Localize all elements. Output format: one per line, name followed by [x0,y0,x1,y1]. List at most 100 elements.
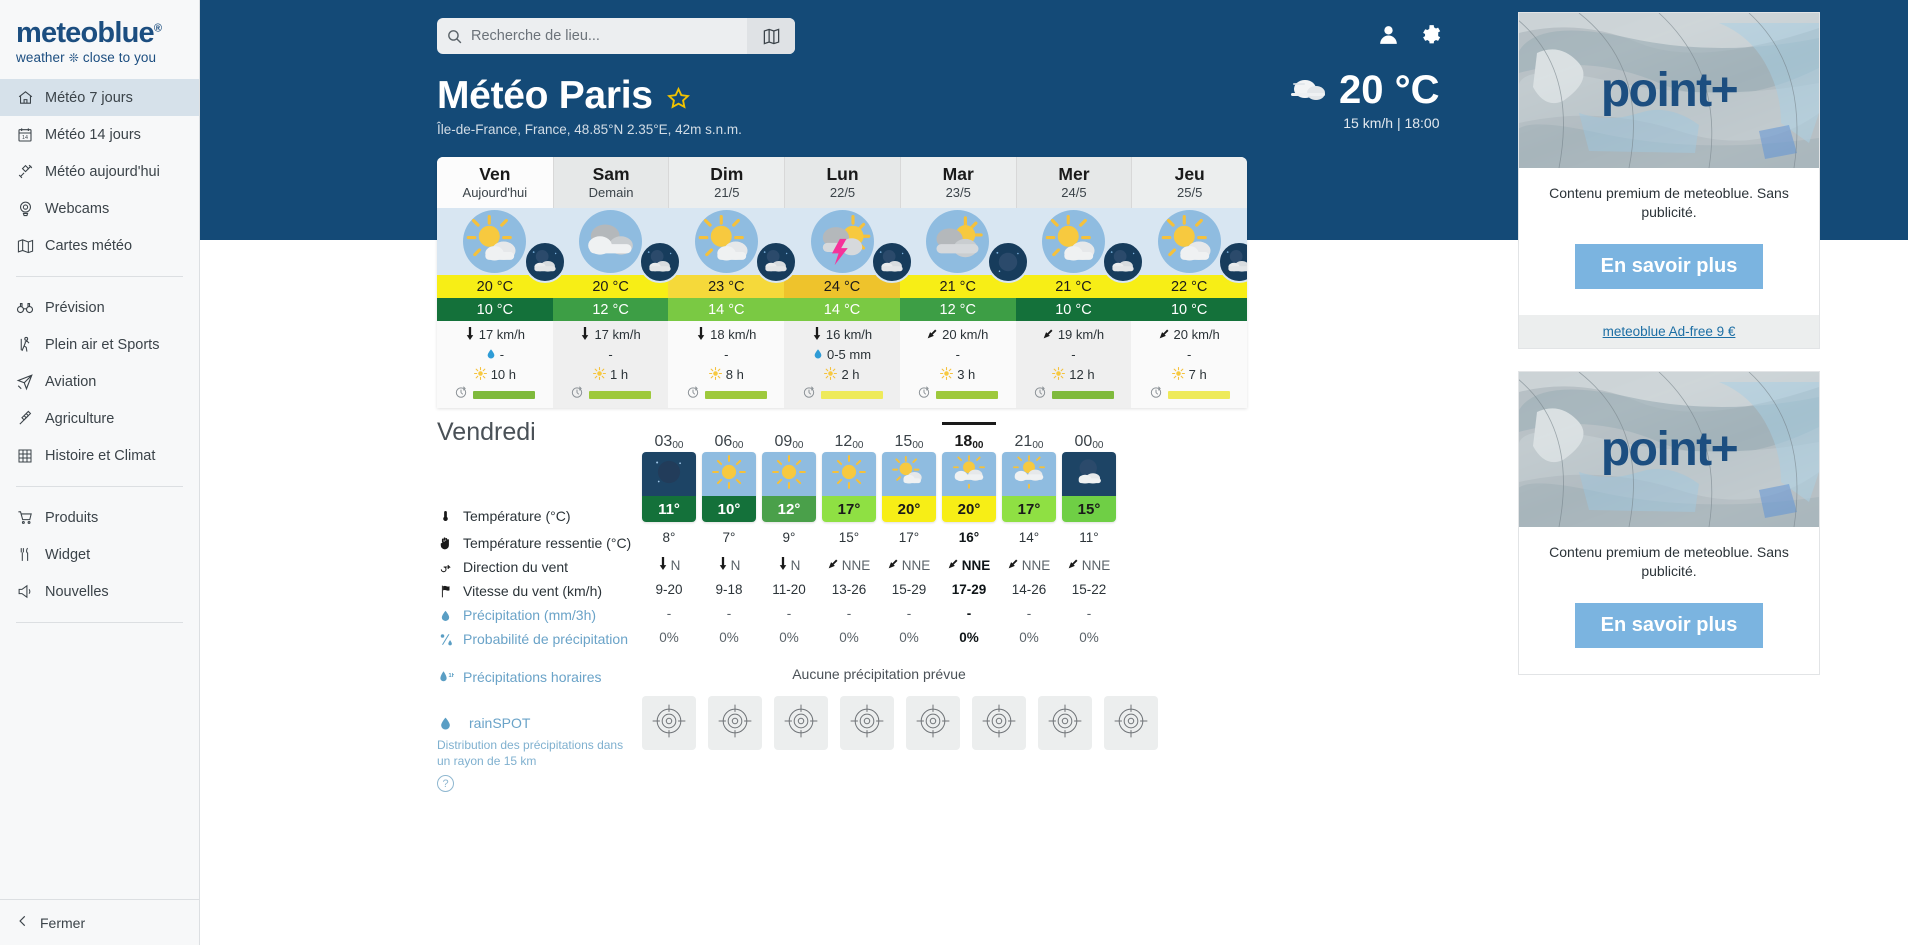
current-temperature: 20 °C [1339,68,1440,112]
sidebar-item-histoire-climat[interactable]: Histoire et Climat [0,437,199,474]
search-box[interactable] [437,18,795,54]
hourly-precip: - [786,605,792,621]
sidebar-item-agriculture[interactable]: Agriculture [0,400,199,437]
hourly-temperature: 17° [822,496,876,522]
hourly-column[interactable]: 12 00 17° 15° NNE 13-26 - 0% [819,422,879,649]
search-input[interactable] [471,18,747,54]
hourly-column[interactable]: 03 00 11° 8° N 9-20 - 0% [639,422,699,649]
rainspot-cell[interactable] [642,696,696,750]
map-book-icon[interactable] [747,18,795,54]
sidebar-close-button[interactable]: Fermer [0,899,199,945]
hourly-feels-like: 11° [1079,530,1099,545]
rainspot-cell[interactable] [972,696,1026,750]
forecast-day-date: 25/5 [1177,184,1203,200]
forecast-sun: 7 h [1171,366,1207,383]
hourly-precip-prob: 0% [719,629,739,645]
sidebar-item-prevision[interactable]: Prévision [0,289,199,326]
hourly-column[interactable]: 09 00 12° 9° N 11-20 - 0% [759,422,819,649]
hourly-sky [1062,452,1116,496]
forecast-day-header[interactable]: Dim 21/5 [668,157,785,208]
hourly-column[interactable]: 00 00 15° 11° NNE 15-22 - 0% [1059,422,1119,649]
rainspot-row[interactable]: rainSPOT [437,711,639,735]
forecast-day[interactable]: Ven Aujourd'hui 20 °C 10 °C 17 km/h - 10… [437,157,566,408]
hourly-card[interactable]: 15° [1062,452,1116,522]
hourly-wind-direction: N [759,553,819,577]
hourly-param-label: Température (°C) [437,500,639,531]
hourly-param-label[interactable]: Précipitation (mm/3h) [437,603,639,627]
hourly-card[interactable]: 20° [942,452,996,522]
rainspot-cell[interactable] [708,696,762,750]
rainspot-target-icon [1111,701,1151,746]
hourly-column[interactable]: 21 00 17° 14° NNE 14-26 - 0% [999,422,1059,649]
predictability-icon [1033,385,1047,404]
hourly-temperature: 20° [942,496,996,522]
user-icon[interactable] [1376,22,1401,52]
help-icon[interactable]: ? [437,775,454,793]
hourly-param-text: Direction du vent [463,559,569,575]
hourly-wind-speed: 9-20 [655,581,683,597]
predictability-icon [917,385,931,404]
rainspot-cell[interactable] [774,696,828,750]
arrow-down-icon [658,557,668,573]
forecast-day-header[interactable]: Mer 24/5 [1015,157,1132,208]
predictability-icon [802,385,816,404]
hourly-card[interactable]: 10° [702,452,756,522]
forecast-day[interactable]: Lun 22/5 24 °C 14 °C 16 km/h 0-5 mm 2 h [784,157,913,408]
forecast-day[interactable]: Dim 21/5 23 °C 14 °C 18 km/h - 8 h [668,157,798,408]
forecast-sun: 8 h [708,366,744,383]
hourly-column[interactable]: 18 00 20° 16° NNE 17-29 - 0% [939,422,999,649]
hourly-param-label[interactable]: Probabilité de précipitation [437,627,639,651]
rainspot-cell[interactable] [840,696,894,750]
hourly-section: Vendredi Température (°C) Température res… [437,418,1437,793]
predictability-icon [686,385,700,404]
ad-logo-text: point+ [1600,64,1739,117]
hourly-card[interactable]: 17° [1002,452,1056,522]
hourly-precip-link[interactable]: 1h Précipitations horaires [437,665,639,689]
rainspot-label: rainSPOT [469,715,531,731]
star-icon[interactable] [666,86,691,116]
sidebar-item-webcams[interactable]: Webcams [0,190,199,227]
forecast-details: 20 km/h - 3 h [899,321,1016,408]
hourly-card[interactable]: 20° [882,452,936,522]
sidebar-label: Agriculture [45,410,115,427]
sidebar-item-widget[interactable]: Widget [0,536,199,573]
forecast-day[interactable]: Mar 23/5 21 °C 12 °C 20 km/h - 3 h [899,157,1029,408]
hourly-column[interactable]: 15 00 20° 17° NNE 15-29 - 0% [879,422,939,649]
rainspot-cell[interactable] [906,696,960,750]
rainspot-cell[interactable] [1104,696,1158,750]
forecast-day-header[interactable]: Ven Aujourd'hui [437,157,553,208]
forecast-day-symbols [1131,208,1247,283]
sidebar-item-cartes-meteo[interactable]: Cartes météo [0,227,199,264]
sidebar-item-aviation[interactable]: Aviation [0,363,199,400]
sidebar-item-14-jours[interactable]: 14 Météo 14 jours [0,116,199,153]
forecast-wind: 19 km/h [1043,326,1104,343]
forecast-day-date: 21/5 [714,184,740,200]
hourly-card[interactable]: 17° [822,452,876,522]
sidebar-divider-3 [16,622,183,624]
forecast-day[interactable]: Jeu 25/5 22 °C 10 °C 20 km/h - 7 h [1131,157,1247,408]
hourly-column[interactable]: 06 00 10° 7° N 9-18 - 0% [699,422,759,649]
gear-icon[interactable] [1418,22,1443,52]
hourly-precip-prob: 0% [779,629,799,645]
forecast-sun: 1 h [593,366,628,383]
forecast-day-header[interactable]: Mar 23/5 [899,157,1016,208]
forecast-day-header[interactable]: Jeu 25/5 [1131,157,1247,208]
forecast-day[interactable]: Sam Demain 20 °C 12 °C 17 km/h - 1 h [552,157,682,408]
hourly-card[interactable]: 11° [642,452,696,522]
sidebar-item-plein-air[interactable]: Plein air et Sports [0,326,199,363]
forecast-day-header[interactable]: Sam Demain [552,157,669,208]
sidebar-item-aujourdhui[interactable]: Météo aujourd'hui [0,153,199,190]
forecast-day-header[interactable]: Lun 22/5 [784,157,900,208]
rainspot-cell[interactable] [1038,696,1092,750]
hourly-card[interactable]: 12° [762,452,816,522]
logo[interactable]: meteoblue® weather ❊ close to you [0,0,199,79]
sidebar-item-nouvelles[interactable]: Nouvelles [0,573,199,610]
forecast-card: Ven Aujourd'hui 20 °C 10 °C 17 km/h - 10… [437,157,1247,408]
forecast-day[interactable]: Mer 24/5 21 °C 10 °C 19 km/h - 12 h [1015,157,1145,408]
sidebar-divider-2 [16,486,183,488]
sidebar-item-7-jours[interactable]: Météo 7 jours [0,79,199,117]
hourly-precip: - [846,605,852,621]
sidebar-item-produits[interactable]: Produits [0,499,199,536]
logo-tagline: weather ❊ close to you [16,50,183,65]
night-moon-icon [986,241,1029,283]
